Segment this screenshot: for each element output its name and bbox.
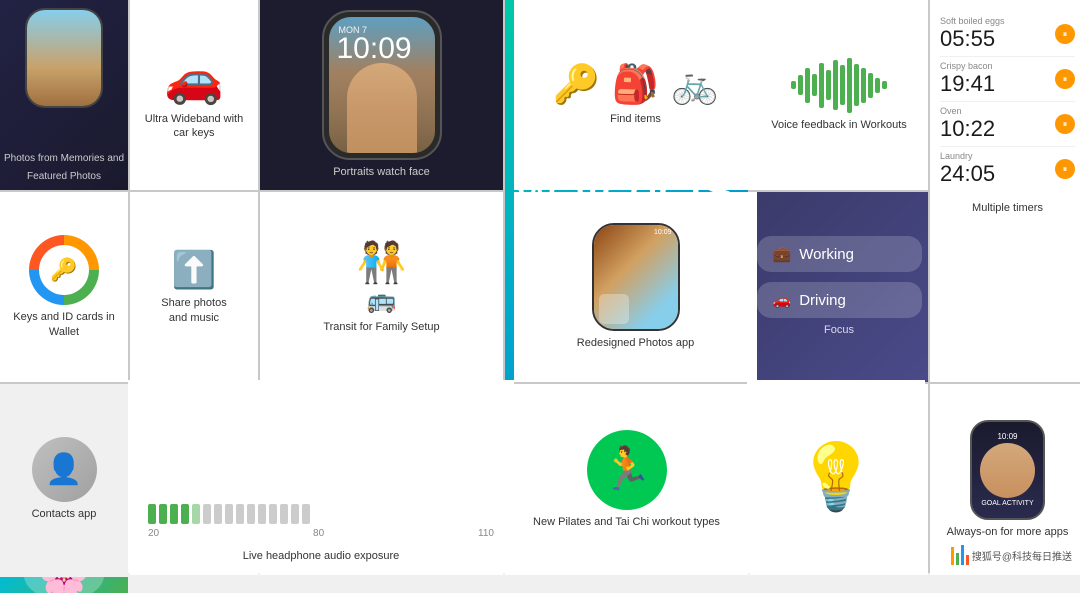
green-bars (148, 504, 494, 524)
focus-item-working: 💼 Working (757, 236, 922, 272)
find-items-label: Find items (610, 112, 661, 126)
pilates-label: New Pilates and Tai Chi workout types (533, 515, 720, 529)
portraits-label: Portraits watch face (333, 165, 430, 179)
photos-app-watch: 10:09 (592, 223, 680, 331)
always-on-label: Always-on for more apps (947, 525, 1069, 539)
voice-feedback-label: Voice feedback in Workouts (771, 118, 907, 132)
cell-portraits: MON 7 10:09 Portraits watch face (260, 0, 503, 190)
cell-contacts: 👤 Contacts app (0, 384, 128, 575)
portrait-watch: MON 7 10:09 (322, 10, 442, 160)
timers-label: Multiple timers (972, 201, 1043, 215)
bicycle-emoji: 🚲 (671, 63, 718, 107)
driving-icon: 🚗 (773, 291, 792, 309)
audio-bar-labels: 20 80 110 (148, 528, 494, 539)
ultra-wideband-label: Ultra Wideband with car keys (138, 112, 250, 141)
contacts-avatar: 👤 (32, 437, 97, 502)
timer-list: Soft boiled eggs 05:55 ⏸ Crispy bacon 19… (940, 12, 1075, 191)
cell-mindfulness: 🌸 Mindfulness app (0, 577, 128, 593)
find-items-icons: 🔑 🎒 🚲 (553, 63, 719, 107)
always-on-watch: 10:09 GOAL ACTIVITY (970, 420, 1045, 520)
cell-photos-memories: Photos from Memories and Featured Photos (0, 0, 128, 190)
share-label: Share photosand music (161, 296, 226, 325)
transit-label: Transit for Family Setup (323, 320, 439, 334)
car-icon: 🚗 (164, 50, 224, 107)
cell-share: ⬆️ Share photosand music (130, 192, 258, 382)
photos-memories-label: Photos from Memories and Featured Photos (4, 153, 124, 182)
cell-ultra-wideband: 🚗 Ultra Wideband with car keys (130, 0, 258, 190)
backpack-emoji: 🎒 (612, 63, 659, 107)
waveform (791, 58, 887, 113)
cell-find-items-overlay: 🔑 🎒 🚲 Find items (514, 0, 757, 190)
keys-id-label: Keys and ID cards in Wallet (8, 310, 120, 339)
focus-items: 💼 Working 🚗 Driving (757, 236, 922, 318)
contacts-label: Contacts app (32, 507, 97, 521)
watermark: 搜狐号@科技每日推送 (951, 545, 1072, 565)
cell-pilates: 🏃 New Pilates and Tai Chi workout types (505, 384, 748, 575)
keys-icon: 🔑 (29, 235, 99, 305)
cell-timers: Soft boiled eggs 05:55 ⏸ Crispy bacon 19… (930, 0, 1080, 382)
cell-keys-id: 🔑 Keys and ID cards in Wallet (0, 192, 128, 382)
lightbulb-icon: 💡 (796, 439, 877, 515)
focus-item-driving: 🚗 Driving (757, 282, 922, 318)
transit-icon: 🧑‍🤝‍🧑 (357, 239, 407, 286)
audio-bar-label: Live headphone audio exposure (243, 549, 400, 563)
mindfulness-icon: 🌸 (24, 577, 104, 593)
timer-item-1: Soft boiled eggs 05:55 ⏸ (940, 12, 1075, 57)
working-icon: 💼 (773, 245, 792, 263)
cell-audio-bar: 20 80 110 Live headphone audio exposure (128, 380, 514, 573)
focus-label: Focus (824, 323, 854, 337)
share-icon: ⬆️ (172, 249, 217, 291)
timer-item-4: Laundry 24:05 ⏸ (940, 147, 1075, 191)
key-emoji: 🔑 (553, 63, 600, 107)
timer-item-3: Oven 10:22 ⏸ (940, 102, 1075, 147)
cell-transit: 🧑‍🤝‍🧑 🚌 Transit for Family Setup (260, 192, 503, 382)
pilates-icon: 🏃 (587, 430, 667, 510)
timer-item-2: Crispy bacon 19:41 ⏸ (940, 57, 1075, 102)
cell-lightbulb: 💡 (747, 380, 925, 573)
photos-app-label: Redesigned Photos app (577, 336, 694, 350)
cell-photos-app-overlay: 10:09 Redesigned Photos app (514, 192, 757, 382)
cell-voice-feedback: Voice feedback in Workouts (750, 0, 928, 190)
cell-focus: 💼 Working 🚗 Driving Focus (750, 192, 928, 382)
